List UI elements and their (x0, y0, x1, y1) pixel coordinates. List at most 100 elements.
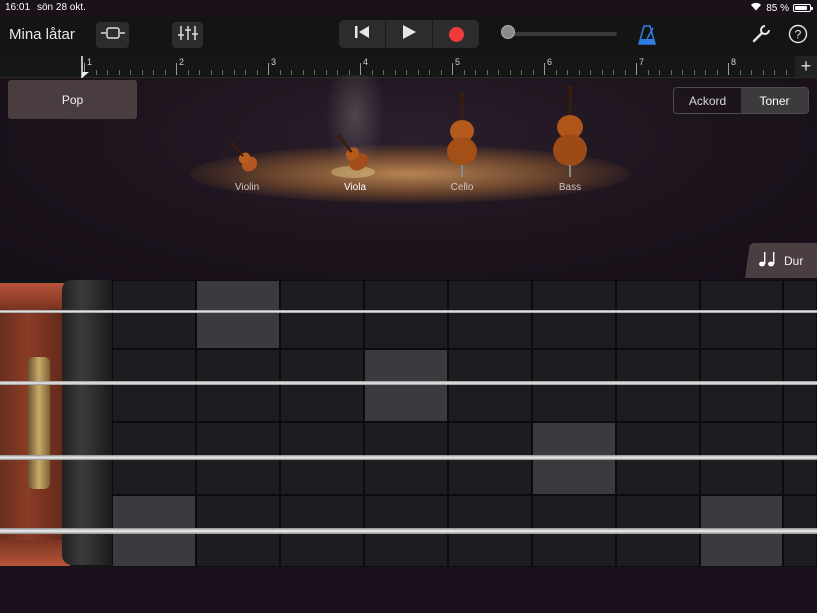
instrument-cello[interactable]: Cello (440, 93, 484, 193)
fret-cell[interactable] (364, 349, 448, 422)
timeline-ruler[interactable]: + 12345678 (0, 56, 817, 78)
scale-button[interactable]: Dur (758, 243, 817, 278)
view-toggle-icon (100, 26, 125, 44)
status-time: 16:01 (5, 2, 31, 13)
ruler-tick (521, 70, 522, 75)
ruler-tick (222, 70, 223, 75)
mode-chords[interactable]: Ackord (674, 88, 741, 113)
fret-cell[interactable] (616, 280, 700, 349)
fret-cell[interactable] (700, 349, 783, 422)
ruler-tick (751, 70, 752, 75)
instrument-string[interactable] (0, 309, 817, 313)
ruler-tick (394, 70, 396, 75)
scale-label: Dur (784, 253, 804, 268)
fret-cell[interactable] (448, 280, 532, 349)
fret-cell[interactable] (532, 349, 616, 422)
ruler-tick (210, 70, 212, 75)
ruler-tick (624, 70, 626, 75)
ruler-tick (141, 70, 143, 75)
instrument-string[interactable] (0, 454, 817, 460)
ruler-bar-number: 8 (731, 57, 737, 67)
ruler-tick (452, 63, 453, 75)
ruler-tick (417, 70, 419, 75)
instrument-bass[interactable]: Bass (548, 85, 592, 193)
cello-icon (447, 93, 477, 177)
chord-note-toggle[interactable]: Ackord Toner (673, 87, 809, 114)
ruler-tick (187, 70, 189, 75)
wifi-icon (750, 2, 762, 14)
violin-label: Violin (234, 182, 260, 193)
fret-cell[interactable] (364, 280, 448, 349)
ruler-tick (233, 70, 235, 75)
toolbar: Mina låtar ? (0, 16, 817, 56)
mixer-button[interactable] (172, 22, 203, 48)
fret-cell[interactable] (783, 349, 817, 422)
add-section-button[interactable]: + (795, 56, 817, 77)
ruler-tick (314, 70, 315, 75)
ruler-tick (762, 70, 764, 75)
ruler-tick (601, 70, 603, 75)
preset-button[interactable]: Pop (8, 80, 137, 119)
playhead[interactable] (80, 56, 90, 78)
ruler-tick (463, 70, 465, 75)
my-songs-button[interactable]: Mina låtar (9, 26, 75, 43)
ruler-tick (728, 63, 729, 75)
rewind-button[interactable] (339, 20, 386, 48)
fret-cell[interactable] (196, 349, 280, 422)
status-bar: 16:01 sön 28 okt. 85 % (0, 0, 817, 16)
volume-slider-knob[interactable] (501, 25, 515, 39)
ruler-tick (705, 70, 706, 75)
ruler-tick (429, 70, 430, 75)
cello-label: Cello (450, 182, 474, 193)
metronome-icon[interactable] (637, 24, 657, 51)
ruler-tick (245, 70, 246, 75)
instrument-string[interactable] (0, 381, 817, 385)
ruler-tick (498, 70, 499, 75)
fret-cell[interactable] (616, 349, 700, 422)
fret-cell[interactable] (783, 280, 817, 349)
view-toggle-button[interactable] (96, 22, 129, 48)
bass-label: Bass (558, 182, 582, 193)
ruler-tick (440, 70, 442, 75)
ruler-tick (118, 70, 120, 75)
ruler-bar-number: 3 (271, 57, 277, 67)
tuning-peg (28, 357, 50, 489)
ruler-tick (406, 70, 407, 75)
ruler-tick (509, 70, 511, 75)
wrench-icon[interactable] (751, 24, 771, 49)
ruler-tick (739, 70, 741, 75)
status-right: 85 % (750, 2, 813, 14)
violin-icon (230, 142, 258, 172)
mode-notes[interactable]: Toner (741, 88, 808, 113)
fret-cell[interactable] (112, 280, 196, 349)
ruler-tick (693, 70, 695, 75)
ruler-tick (774, 70, 775, 75)
ruler-tick (199, 70, 200, 75)
fret-cell[interactable] (112, 349, 196, 422)
record-button[interactable] (433, 20, 479, 48)
ruler-tick (613, 70, 614, 75)
instrument-viola[interactable]: Viola (326, 125, 384, 193)
fret-cell[interactable] (280, 349, 364, 422)
help-icon[interactable]: ? (788, 24, 808, 49)
fret-cell[interactable] (532, 280, 616, 349)
ruler-tick (578, 70, 580, 75)
fret-cell[interactable] (448, 349, 532, 422)
preset-label: Pop (61, 92, 84, 107)
fret-cell[interactable] (280, 280, 364, 349)
instrument-string[interactable] (0, 528, 817, 534)
fret-cell[interactable] (196, 280, 280, 349)
battery-percent: 85 % (766, 2, 789, 14)
ruler-tick (716, 70, 718, 75)
ruler-tick (555, 70, 557, 75)
fret-cell[interactable] (700, 280, 783, 349)
volume-slider-track[interactable] (507, 32, 617, 36)
ruler-tick (670, 70, 672, 75)
play-button[interactable] (386, 20, 433, 48)
ruler-tick (659, 70, 660, 75)
bottom-background (0, 567, 817, 613)
instrument-violin[interactable]: Violin (222, 133, 272, 193)
status-date: sön 28 okt. (37, 2, 86, 13)
ruler-tick (164, 70, 166, 75)
ruler-tick (302, 70, 304, 75)
